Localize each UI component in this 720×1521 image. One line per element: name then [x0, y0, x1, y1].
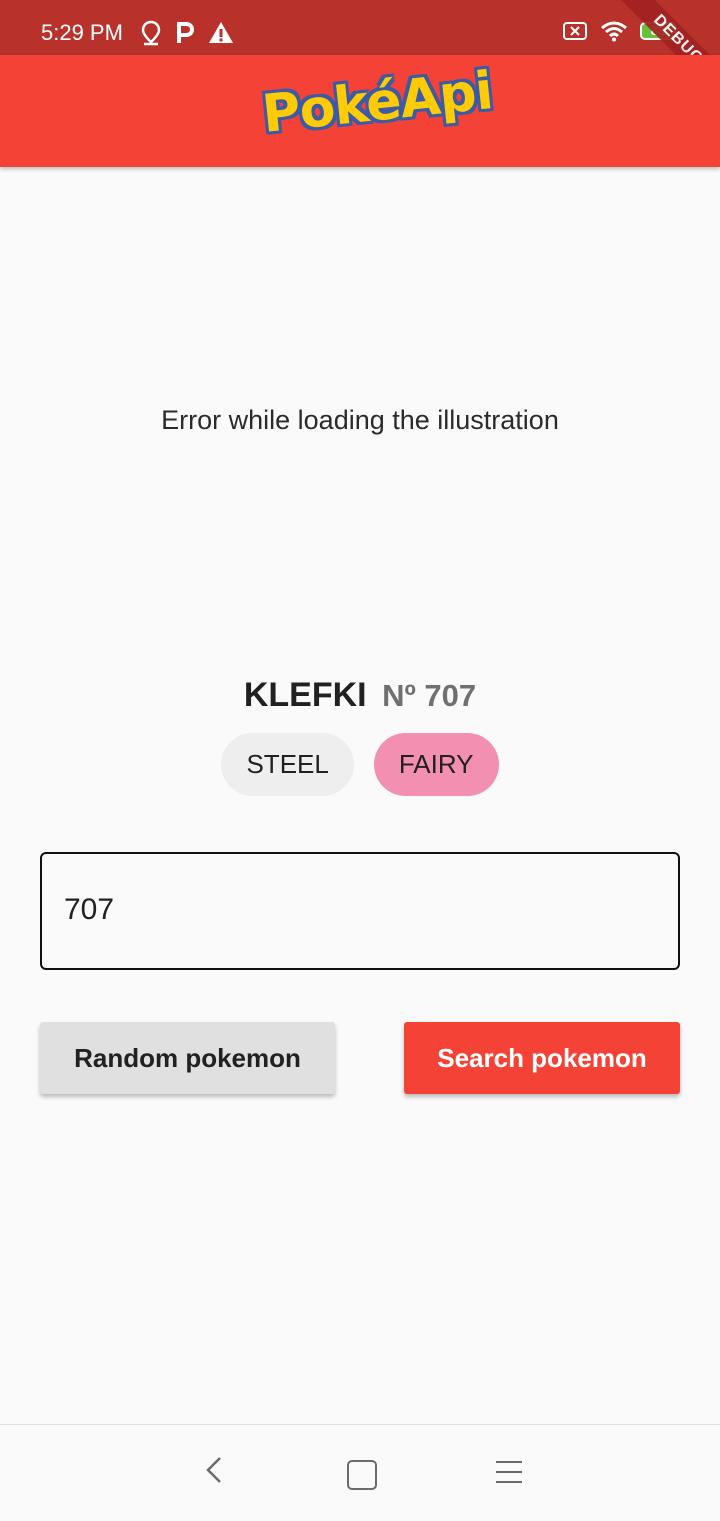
- status-time: 5:29 PM: [41, 20, 123, 45]
- location-icon: [141, 20, 161, 46]
- pokemon-number: Nº 707: [382, 678, 477, 713]
- illustration-error-message: Error while loading the illustration: [161, 405, 559, 435]
- pokemon-title: KLEFKI Nº 707: [0, 676, 720, 715]
- home-icon[interactable]: [347, 1460, 377, 1490]
- type-chip-fairy: FAIRY: [373, 733, 499, 796]
- pokemon-name: KLEFKI: [243, 676, 367, 714]
- type-chip-steel: STEEL: [221, 733, 354, 796]
- wifi-icon: [601, 21, 627, 42]
- sim-off-icon: [563, 22, 587, 40]
- type-chips: STEEL FAIRY: [0, 733, 720, 796]
- back-icon[interactable]: [200, 1455, 230, 1485]
- pokemon-search-input[interactable]: 707: [40, 852, 680, 970]
- random-pokemon-button[interactable]: Random pokemon: [40, 1022, 335, 1094]
- warning-icon: [209, 22, 233, 43]
- parking-icon: [177, 22, 195, 43]
- menu-icon[interactable]: [496, 1461, 522, 1491]
- status-bar: 5:29 PM 88: [0, 0, 720, 55]
- app-bar: PokéApi: [0, 55, 720, 167]
- pokeapi-logo: PokéApi: [259, 61, 496, 145]
- status-icons-left: [140, 20, 234, 46]
- search-pokemon-button[interactable]: Search pokemon: [404, 1022, 680, 1094]
- navigation-bar: [0, 1424, 720, 1521]
